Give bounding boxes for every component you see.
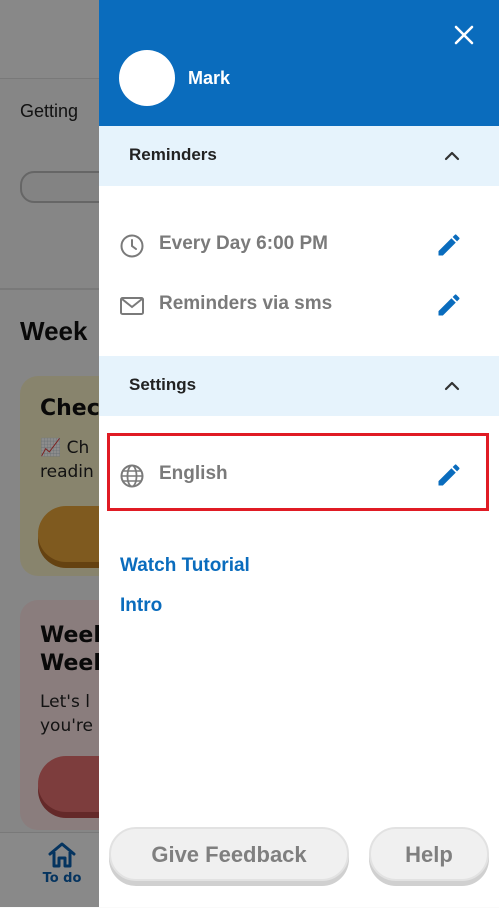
chevron-up-icon bbox=[444, 381, 460, 391]
watch-tutorial-link[interactable]: Watch Tutorial bbox=[120, 555, 250, 577]
settings-section-header[interactable]: Settings bbox=[99, 356, 499, 416]
pencil-icon bbox=[438, 294, 460, 316]
pencil-icon bbox=[438, 464, 460, 486]
edit-schedule-button[interactable] bbox=[435, 231, 463, 259]
language-label: English bbox=[159, 463, 228, 484]
reminders-section-header[interactable]: Reminders bbox=[99, 126, 499, 186]
reminders-title: Reminders bbox=[129, 145, 217, 164]
reminder-channel-label: Reminders via sms bbox=[159, 293, 333, 314]
drawer-header: Mark bbox=[99, 0, 499, 126]
reminder-channel-row: Reminders via sms bbox=[119, 285, 469, 325]
reminder-schedule-row: Every Day 6:00 PM bbox=[119, 225, 469, 265]
edit-language-button[interactable] bbox=[435, 461, 463, 489]
side-drawer: Mark Reminders Every Day 6:00 PM Reminde… bbox=[99, 0, 499, 907]
globe-icon bbox=[120, 464, 144, 488]
language-row: English bbox=[119, 455, 469, 495]
edit-channel-button[interactable] bbox=[435, 291, 463, 319]
intro-link[interactable]: Intro bbox=[120, 595, 162, 617]
reminder-schedule-label: Every Day 6:00 PM bbox=[159, 233, 328, 254]
settings-title: Settings bbox=[129, 375, 197, 394]
user-name: Mark bbox=[188, 68, 231, 88]
help-button[interactable]: Help bbox=[369, 827, 489, 881]
avatar bbox=[119, 50, 175, 106]
close-button[interactable] bbox=[451, 22, 477, 48]
pencil-icon bbox=[438, 234, 460, 256]
close-icon bbox=[454, 25, 474, 45]
give-feedback-button[interactable]: Give Feedback bbox=[109, 827, 349, 881]
chevron-up-icon bbox=[444, 151, 460, 161]
mail-icon bbox=[120, 297, 144, 315]
clock-icon bbox=[120, 234, 144, 258]
